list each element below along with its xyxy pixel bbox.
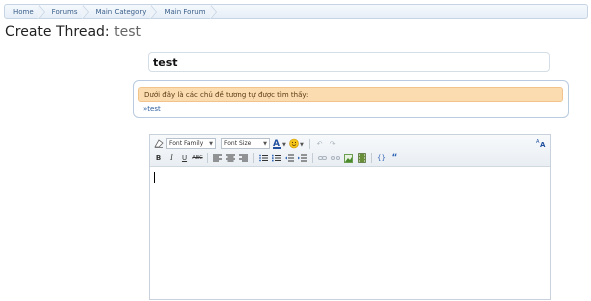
toolbar-row-1: Font Family ▼ Font Size ▼ A ▼ ▼ ↶ ↷ <box>153 137 338 150</box>
redo-icon[interactable]: ↷ <box>327 138 338 149</box>
align-center-icon[interactable] <box>225 153 236 164</box>
undo-icon[interactable]: ↶ <box>314 138 325 149</box>
similar-threads-panel: Dưới đây là các chủ đề tương tự được tìm… <box>133 80 569 118</box>
breadcrumb-main-forum[interactable]: Main Forum <box>156 5 217 19</box>
indent-icon[interactable] <box>297 153 308 164</box>
toolbar-separator <box>312 153 313 163</box>
breadcrumb-main-forum-label: Main Forum <box>164 7 206 16</box>
toggle-source-icon[interactable]: AA <box>536 137 547 148</box>
bold-icon[interactable]: B <box>153 153 164 164</box>
breadcrumb: Home Forums Main Category Main Forum <box>4 4 588 19</box>
chevron-down-icon: ▼ <box>263 140 267 147</box>
editor-toolbar: Font Family ▼ Font Size ▼ A ▼ ▼ ↶ ↷ AA B … <box>150 135 550 167</box>
svg-text:▼: ▼ <box>282 142 286 148</box>
svg-text:A: A <box>540 141 546 148</box>
image-icon[interactable] <box>343 153 354 164</box>
underline-icon[interactable]: U <box>179 153 190 164</box>
breadcrumb-main-category-label: Main Category <box>95 7 147 16</box>
page-title: Create Thread: test <box>5 24 141 40</box>
breadcrumb-forums-label: Forums <box>51 7 78 16</box>
breadcrumb-home[interactable]: Home <box>5 5 45 19</box>
toolbar-separator <box>309 138 310 149</box>
link-icon[interactable] <box>317 153 328 164</box>
smilies-icon[interactable]: ▼ <box>289 138 305 149</box>
unlink-icon[interactable] <box>330 153 341 164</box>
breadcrumb-main-category[interactable]: Main Category <box>88 5 158 19</box>
align-right-icon[interactable] <box>238 153 249 164</box>
text-cursor <box>154 172 155 183</box>
font-size-label: Font Size <box>224 140 252 147</box>
toolbar-separator <box>253 153 254 163</box>
editor-content-area[interactable] <box>150 167 550 301</box>
message-editor: Font Family ▼ Font Size ▼ A ▼ ▼ ↶ ↷ AA B … <box>149 134 551 300</box>
toolbar-row-2: B I U ABC {} “ <box>153 152 400 164</box>
outdent-icon[interactable] <box>284 153 295 164</box>
align-left-icon[interactable] <box>212 153 223 164</box>
remove-formatting-icon[interactable] <box>153 138 164 149</box>
similar-threads-header: Dưới đây là các chủ đề tương tự được tìm… <box>138 87 563 102</box>
media-icon[interactable] <box>356 153 367 164</box>
font-size-select[interactable]: Font Size ▼ <box>221 138 270 149</box>
toolbar-separator <box>207 153 208 163</box>
thread-title-input[interactable] <box>148 52 550 72</box>
text-color-icon[interactable]: A ▼ <box>272 138 287 149</box>
page-title-prefix: Create Thread: <box>5 24 110 40</box>
similar-thread-link[interactable]: »test <box>143 105 161 113</box>
font-family-select[interactable]: Font Family ▼ <box>166 138 216 149</box>
bullet-list-icon[interactable] <box>258 153 269 164</box>
page-title-thread-name: test <box>114 24 141 40</box>
code-icon[interactable]: {} <box>376 153 387 164</box>
strikethrough-icon[interactable]: ABC <box>192 153 203 164</box>
chevron-down-icon: ▼ <box>209 140 213 147</box>
quote-icon[interactable]: “ <box>389 153 400 164</box>
breadcrumb-forums[interactable]: Forums <box>44 5 89 19</box>
italic-icon[interactable]: I <box>166 153 177 164</box>
toolbar-separator <box>371 153 372 163</box>
svg-text:▼: ▼ <box>300 142 304 148</box>
numbered-list-icon[interactable] <box>271 153 282 164</box>
breadcrumb-home-label: Home <box>13 7 34 16</box>
font-family-label: Font Family <box>169 140 204 147</box>
